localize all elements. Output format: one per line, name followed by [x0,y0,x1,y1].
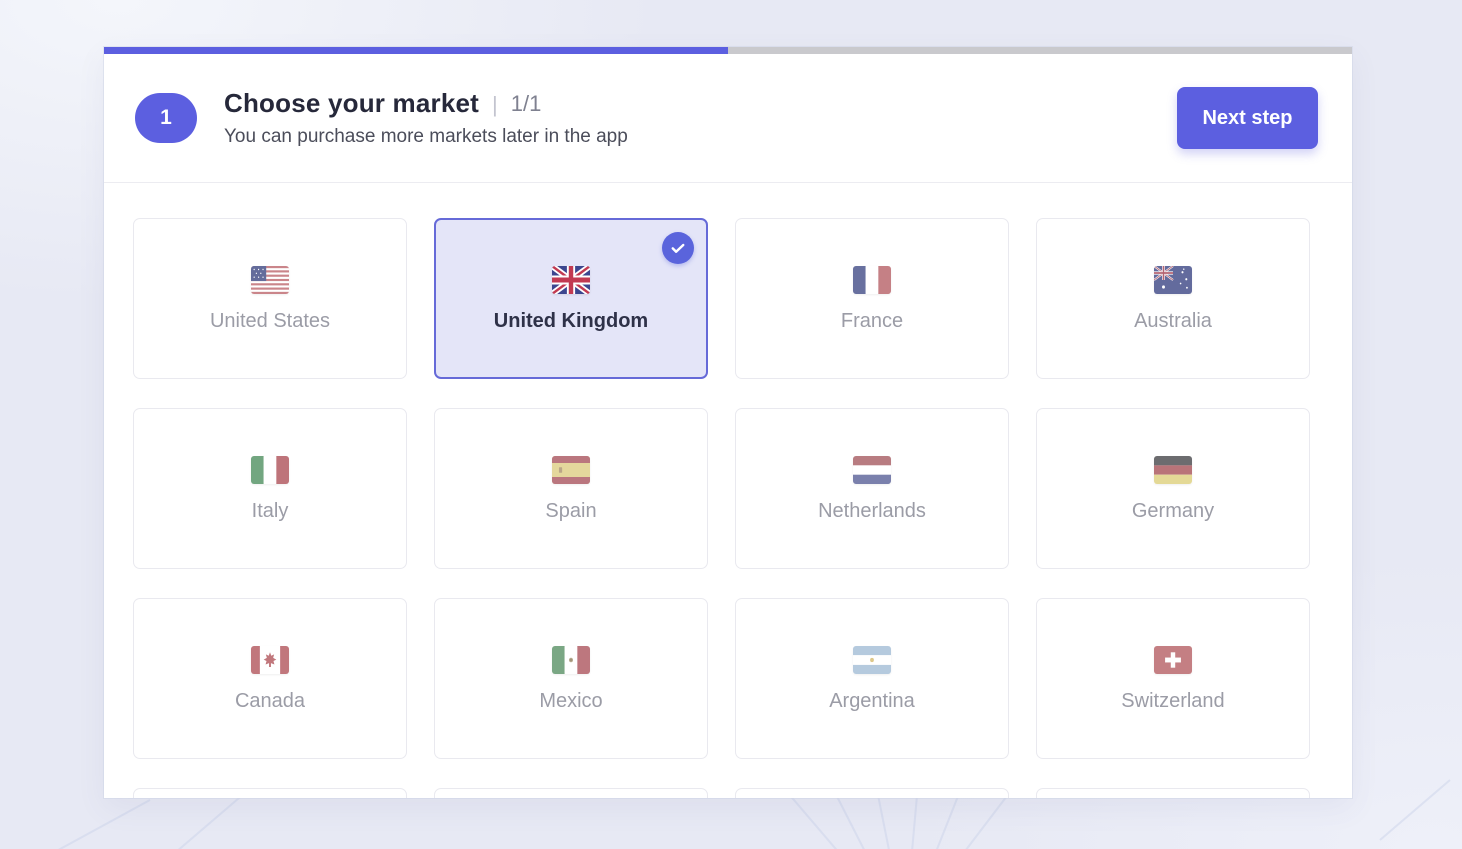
wizard-progress-fill [104,47,728,54]
market-label: Spain [545,501,596,521]
wizard-subtitle: You can purchase more markets later in t… [224,126,628,148]
es-flag-icon [552,456,590,484]
market-label: Mexico [539,691,602,711]
ch-flag-icon [1154,646,1192,674]
market-card-united-kingdom[interactable]: United Kingdom [434,218,708,379]
market-card-argentina[interactable]: Argentina [735,598,1009,759]
wizard-progress-bar [104,47,1352,54]
market-card-germany[interactable]: Germany [1036,408,1310,569]
market-label: Australia [1134,311,1212,331]
wizard-header-text: Choose your market | 1/1 You can purchas… [224,88,628,148]
market-label: France [841,311,903,331]
ca-flag-icon [251,646,289,674]
wizard-header: 1 Choose your market | 1/1 You can purch… [104,54,1352,183]
mx-flag-icon [552,646,590,674]
market-wizard-panel: 1 Choose your market | 1/1 You can purch… [104,47,1352,798]
market-card-spain[interactable]: Spain [434,408,708,569]
market-card-mexico[interactable]: Mexico [434,598,708,759]
market-card-switzerland[interactable]: Switzerland [1036,598,1310,759]
fr-flag-icon [853,266,891,294]
next-step-button[interactable]: Next step [1177,87,1318,149]
page-title: Choose your market [224,88,479,119]
it-flag-icon [251,456,289,484]
market-card-united-states[interactable]: United States [133,218,407,379]
market-label: Italy [252,501,289,521]
nl-flag-icon [853,456,891,484]
ar-flag-icon [853,646,891,674]
step-counter: 1/1 [511,91,542,117]
title-row: Choose your market | 1/1 [224,88,628,119]
market-card-canada[interactable]: Canada [133,598,407,759]
market-label: United Kingdom [494,311,648,331]
market-label: Canada [235,691,305,711]
markets-grid[interactable]: United States United Kingdom France Austral… [104,183,1352,798]
market-label: United States [210,311,330,331]
au-flag-icon [1154,266,1192,294]
selected-check-icon [662,232,694,264]
step-number-badge: 1 [135,93,197,143]
market-card-partial[interactable] [133,788,407,798]
market-card-france[interactable]: France [735,218,1009,379]
market-card-partial[interactable] [434,788,708,798]
market-card-partial[interactable] [1036,788,1310,798]
market-label: Netherlands [818,501,926,521]
title-separator: | [492,92,498,118]
market-card-netherlands[interactable]: Netherlands [735,408,1009,569]
market-label: Germany [1132,501,1214,521]
market-card-italy[interactable]: Italy [133,408,407,569]
de-flag-icon [1154,456,1192,484]
market-label: Argentina [829,691,915,711]
market-card-australia[interactable]: Australia [1036,218,1310,379]
us-flag-icon [251,266,289,294]
market-label: Switzerland [1121,691,1224,711]
market-card-partial[interactable] [735,788,1009,798]
gb-flag-icon [552,266,590,294]
